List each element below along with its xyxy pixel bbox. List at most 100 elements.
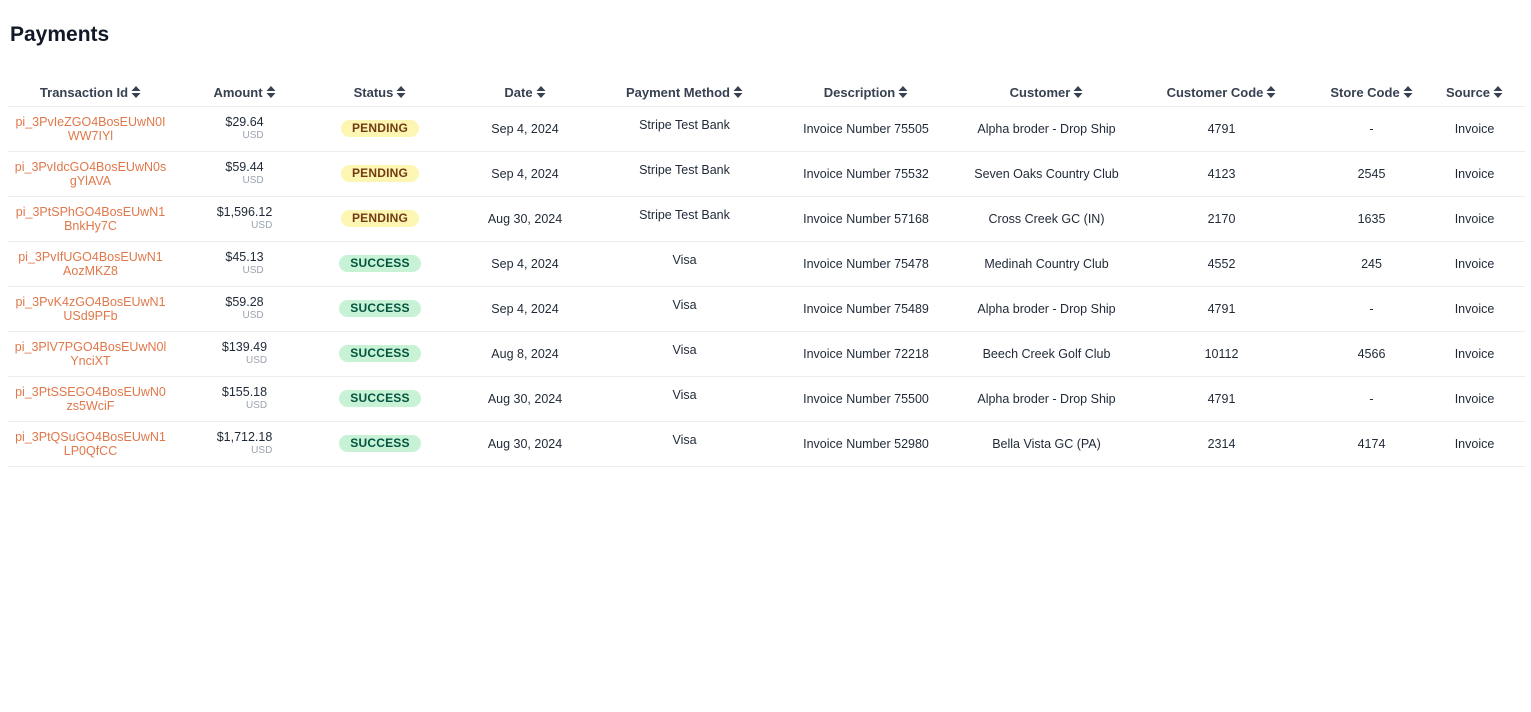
customer-code-cell: 4552: [1124, 241, 1319, 287]
table-row[interactable]: pi_3PvK4zGO4BosEUwN1USd9PFb $59.28 USD SUCC…: [8, 286, 1525, 332]
payment-method-label: Stripe Test Bank: [639, 117, 730, 132]
date-cell: Sep 4, 2024: [444, 241, 606, 287]
amount-cell: $1,596.12 USD: [173, 196, 316, 242]
transaction-id-link[interactable]: pi_3PlV7PGO4BosEUwN0lYnciXT: [15, 340, 167, 368]
customer-cell: Alpha broder - Drop Ship: [969, 106, 1124, 152]
payment-method-cell: Visa: [606, 331, 763, 377]
customer-cell: Bella Vista GC (PA): [969, 421, 1124, 467]
status-badge: SUCCESS: [339, 345, 421, 362]
transaction-id-link[interactable]: pi_3PtSPhGO4BosEUwN1BnkHy7C: [15, 205, 167, 233]
table-row[interactable]: pi_3PvIfUGO4BosEUwN1AozMKZ8 $45.13 USD SUCC…: [8, 241, 1525, 287]
description-cell: Invoice Number 57168: [763, 196, 969, 242]
table-row[interactable]: pi_3PtSSEGO4BosEUwN0zs5WciF $155.18 USD SUC…: [8, 376, 1525, 422]
currency-label: USD: [242, 129, 264, 141]
sort-icon[interactable]: [131, 86, 141, 99]
column-header-label: Customer: [1009, 85, 1071, 101]
currency-label: USD: [242, 309, 264, 321]
column-header-label: Amount: [213, 85, 263, 101]
status-badge: SUCCESS: [339, 435, 421, 452]
amount-value: $59.28: [225, 294, 264, 309]
column-header-label: Transaction Id: [39, 85, 129, 101]
column-header-amount[interactable]: Amount: [173, 80, 316, 107]
transaction-id-link[interactable]: pi_3PvK4zGO4BosEUwN1USd9PFb: [15, 295, 167, 323]
status-cell: PENDING: [316, 196, 444, 242]
payments-page: Payments Transaction Id Amount Status Date P…: [0, 0, 1531, 467]
amount-value: $1,596.12: [216, 204, 273, 219]
description-cell: Invoice Number 75505: [763, 106, 969, 152]
store-code-cell: 245: [1319, 241, 1424, 287]
sort-icon[interactable]: [733, 86, 743, 99]
column-header-status[interactable]: Status: [316, 80, 444, 107]
column-header-customer[interactable]: Customer: [969, 80, 1124, 107]
table-row[interactable]: pi_3PvIeZGO4BosEUwN0IWW7IYl $29.64 USD PEND…: [8, 106, 1525, 152]
store-code-cell: 1635: [1319, 196, 1424, 242]
currency-label: USD: [242, 264, 264, 276]
amount-value: $139.49: [221, 339, 268, 354]
date-cell: Aug 30, 2024: [444, 376, 606, 422]
transaction-id-link[interactable]: pi_3PtQSuGO4BosEUwN1LP0QfCC: [15, 430, 167, 458]
amount-cell: $29.64 USD: [173, 106, 316, 152]
customer-cell: Alpha broder - Drop Ship: [969, 286, 1124, 332]
amount-value: $59.44: [225, 159, 264, 174]
transaction-id-link[interactable]: pi_3PtSSEGO4BosEUwN0zs5WciF: [15, 385, 167, 413]
status-badge: PENDING: [340, 210, 420, 227]
column-header-date[interactable]: Date: [444, 80, 606, 107]
column-header-label: Payment Method: [625, 85, 730, 101]
date-cell: Aug 30, 2024: [444, 196, 606, 242]
customer-cell: Seven Oaks Country Club: [969, 151, 1124, 197]
sort-icon[interactable]: [396, 86, 406, 99]
transaction-id-link[interactable]: pi_3PvIeZGO4BosEUwN0IWW7IYl: [15, 115, 167, 143]
column-header-customer-code[interactable]: Customer Code: [1124, 80, 1319, 107]
transaction-id-cell: pi_3PvIeZGO4BosEUwN0IWW7IYl: [8, 106, 173, 152]
sort-icon[interactable]: [1073, 86, 1083, 99]
transaction-id-link[interactable]: pi_3PvIdcGO4BosEUwN0sgYlAVA: [15, 160, 167, 188]
column-header-transaction-id[interactable]: Transaction Id: [8, 80, 173, 107]
column-header-source[interactable]: Source: [1424, 80, 1525, 107]
sort-icon[interactable]: [1403, 86, 1413, 99]
payment-method-cell: Visa: [606, 376, 763, 422]
currency-label: USD: [251, 219, 273, 231]
column-header-label: Date: [504, 85, 533, 101]
status-cell: SUCCESS: [316, 376, 444, 422]
sort-icon[interactable]: [1493, 86, 1503, 99]
customer-cell: Beech Creek Golf Club: [969, 331, 1124, 377]
date-cell: Sep 4, 2024: [444, 151, 606, 197]
customer-code-cell: 4791: [1124, 286, 1319, 332]
store-code-cell: 2545: [1319, 151, 1424, 197]
column-header-label: Status: [353, 85, 394, 101]
sort-icon[interactable]: [898, 86, 908, 99]
description-cell: Invoice Number 75489: [763, 286, 969, 332]
column-header-label: Customer Code: [1166, 85, 1264, 101]
table-row[interactable]: pi_3PlV7PGO4BosEUwN0lYnciXT $139.49 USD SUC…: [8, 331, 1525, 377]
customer-code-cell: 10112: [1124, 331, 1319, 377]
description-cell: Invoice Number 75500: [763, 376, 969, 422]
column-header-store-code[interactable]: Store Code: [1319, 80, 1424, 107]
status-badge: SUCCESS: [339, 390, 421, 407]
table-row[interactable]: pi_3PtSPhGO4BosEUwN1BnkHy7C $1,596.12 USD P…: [8, 196, 1525, 242]
table-row[interactable]: pi_3PtQSuGO4BosEUwN1LP0QfCC $1,712.18 USD S…: [8, 421, 1525, 467]
status-badge: SUCCESS: [339, 300, 421, 317]
table-row[interactable]: pi_3PvIdcGO4BosEUwN0sgYlAVA $59.44 USD PEND…: [8, 151, 1525, 197]
amount-cell: $155.18 USD: [173, 376, 316, 422]
status-cell: SUCCESS: [316, 286, 444, 332]
sort-icon[interactable]: [266, 86, 276, 99]
status-cell: PENDING: [316, 151, 444, 197]
amount-cell: $1,712.18 USD: [173, 421, 316, 467]
sort-icon[interactable]: [1266, 86, 1276, 99]
transaction-id-cell: pi_3PlV7PGO4BosEUwN0lYnciXT: [8, 331, 173, 377]
payment-method-cell: Visa: [606, 241, 763, 287]
status-cell: SUCCESS: [316, 331, 444, 377]
column-header-description[interactable]: Description: [763, 80, 969, 107]
page-title: Payments: [10, 23, 110, 46]
status-badge: PENDING: [340, 120, 420, 137]
amount-value: $29.64: [225, 114, 264, 129]
customer-code-cell: 2170: [1124, 196, 1319, 242]
source-cell: Invoice: [1424, 196, 1525, 242]
column-header-payment-method[interactable]: Payment Method: [606, 80, 763, 107]
sort-icon[interactable]: [536, 86, 546, 99]
payment-method-cell: Visa: [606, 421, 763, 467]
transaction-id-link[interactable]: pi_3PvIfUGO4BosEUwN1AozMKZ8: [15, 250, 167, 278]
description-cell: Invoice Number 75478: [763, 241, 969, 287]
source-cell: Invoice: [1424, 151, 1525, 197]
store-code-cell: -: [1319, 106, 1424, 152]
